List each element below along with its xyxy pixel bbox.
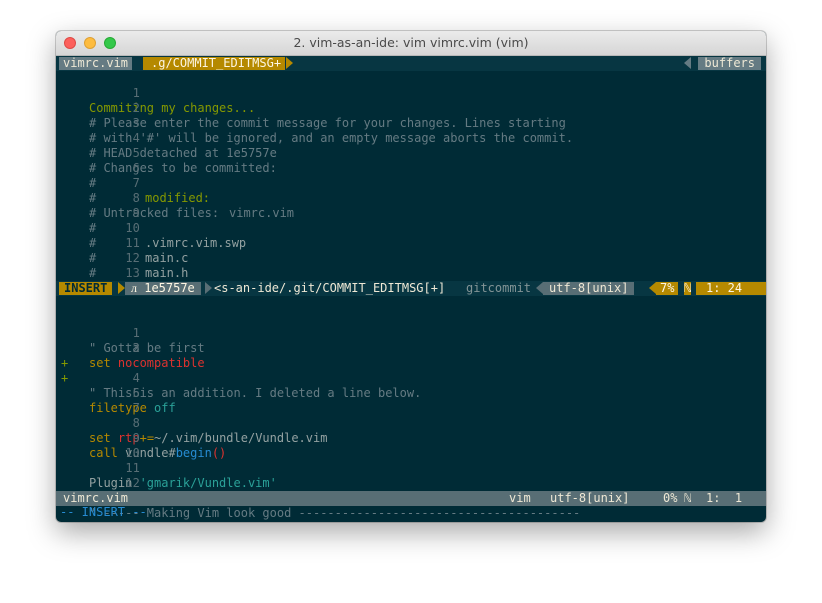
scroll-percent: 7% [656,282,679,295]
editor-line: 7 # [56,161,766,205]
window-title: 2. vim-as-an-ide: vim vimrc.vim (vim) [293,35,529,50]
terminal-window: 2. vim-as-an-ide: vim vimrc.vim (vim) vi… [56,31,766,522]
tab-vimrc[interactable]: vimrc.vim [59,57,133,70]
file-path: <s-an-ide/.git/COMMIT_EDITMSG[+] [214,281,446,295]
command-line: -- INSERT -- [56,506,766,521]
tabline: vimrc.vim .g/COMMIT_EDITMSG+ buffers [56,56,766,71]
editor-line: 13 " ----- Making Vim look good --------… [56,476,766,520]
editor-line: 6 # modified: vimrc.vim [56,146,766,220]
editor-line: 2 # Please enter the commit message for … [56,86,766,130]
file-name: vimrc.vim [63,491,129,505]
scroll-percent: 0% [663,491,678,505]
editor-line: 7 [56,386,766,415]
statusline-vimrc: vimrc.vim vim utf-8[unix] 0% ℕ 1: 1 [56,491,766,506]
tab-separator-arrow [286,57,293,69]
powerline-arrow [118,282,125,294]
cursor-position: 1: 24 [696,282,766,295]
mode-message: -- INSERT -- [60,505,147,519]
buffers-separator-arrow [684,57,691,69]
editor-line: 10 # main.c [56,206,766,265]
editor-line: 12 [56,461,766,490]
editor-line: 10 [56,431,766,460]
editor-line: 6 filetype off [56,371,766,415]
editor-line: 5 # Changes to be committed: [56,131,766,175]
editor-line: + 4 " This is an addition. I deleted a l… [56,341,766,400]
editor-line: + 5 [56,356,766,400]
filetype: vim [509,491,531,505]
editor-line: 12 # tags [56,236,766,295]
editor-line: 8 # Untracked files: [56,176,766,220]
vim-editor[interactable]: vimrc.vim .g/COMMIT_EDITMSG+ buffers 1 C… [56,56,766,522]
cursor-position: 1: 1 [706,491,743,505]
powerline-arrow [205,282,212,294]
editor-line: 4 # HEAD detached at 1e5757e [56,116,766,160]
editor-line: 11 # main.h [56,221,766,280]
editor-line: 3 # with '#' will be ignored, and an emp… [56,101,766,145]
line-number-icon: ℕ [684,491,692,505]
empty-line-marker: ~ [56,266,766,295]
mode-indicator: INSERT [59,282,113,295]
buffers-label[interactable]: buffers [698,57,761,70]
powerline-arrow [536,282,543,294]
editor-line: 11 Plugin 'gmarik/Vundle.vim' [56,446,766,490]
editor-line: 2 set nocompatible [56,311,766,370]
powerline-arrow [649,282,656,294]
title-bar: 2. vim-as-an-ide: vim vimrc.vim (vim) [56,31,766,56]
tab-commit-editmsg[interactable]: .g/COMMIT_EDITMSG+ [143,57,286,70]
git-branch: ᴫ 1e5757e [125,282,201,295]
line-number-icon: ℕ [684,281,692,295]
editor-line: 8 set rtp+=~/.vim/bundle/Vundle.vim [56,401,766,445]
statusline-commit: INSERT ᴫ 1e5757e <s-an-ide/.git/COMMIT_E… [56,281,766,296]
file-encoding: utf-8[unix] [550,491,630,505]
editor-line: 1 Commiting my changes... [56,71,766,115]
editor-line: 9 call vundle#begin() [56,416,766,460]
filetype: gitcommit [466,281,532,295]
file-encoding: utf-8[unix] [543,282,635,295]
editor-line: 3 [56,326,766,355]
editor-line: 9 # .vimrc.vim.swp [56,191,766,250]
editor-line: 1 " Gotta be first [56,296,766,355]
editor-line: 13 # [56,251,766,295]
